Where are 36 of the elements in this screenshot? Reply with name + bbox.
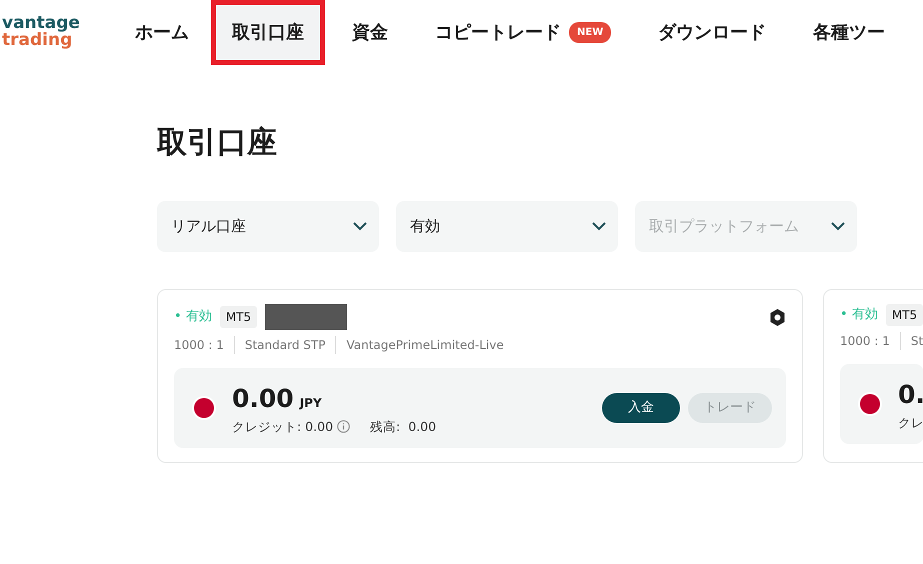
balance-label: 残高:: [370, 418, 400, 436]
nav-tab[interactable]: 資金: [337, 6, 403, 58]
dropdown-field[interactable]: リアル口座: [157, 201, 379, 252]
nav-tab[interactable]: 各種ツー: [798, 6, 900, 58]
nav-tab[interactable]: 取引口座: [211, 0, 325, 64]
flag-icon: [192, 396, 216, 420]
chevron-down-icon: [831, 222, 845, 231]
account-type-text: Standard STP: [234, 336, 326, 354]
status-label: • 有効: [840, 306, 878, 324]
nav-tab[interactable]: コピートレード NEW: [420, 6, 626, 58]
credit-text: クレジット: 0.00: [232, 418, 334, 436]
logo-text: trading: [2, 32, 72, 49]
logo-text: vantage: [2, 15, 81, 32]
flag-icon: [858, 392, 882, 416]
leverage-text: 1000 : 1: [840, 333, 890, 350]
account-type-text: St: [900, 332, 923, 350]
balance-value: 0.00: [408, 418, 436, 436]
page-title: 取引口座: [157, 124, 278, 162]
status-label: • 有効: [174, 308, 212, 326]
amount-value: 0.: [898, 379, 923, 411]
info-icon[interactable]: [337, 420, 350, 434]
platform-tag: MT5: [220, 306, 258, 328]
leverage-text: 1000 : 1: [174, 337, 224, 354]
credit-text: クレ: [898, 414, 923, 432]
platform-tag: MT5: [886, 304, 923, 326]
chevron-down-icon: [592, 222, 606, 231]
amount-value: 0.00: [232, 383, 294, 415]
nav-tab[interactable]: ダウンロード: [643, 6, 782, 58]
chevron-down-icon: [353, 222, 367, 231]
server-text: VantagePrimeLimited-Live: [335, 336, 504, 354]
nav-tab[interactable]: ホーム: [120, 6, 204, 58]
new-badge: NEW: [569, 22, 612, 42]
currency-label: JPY: [300, 395, 322, 412]
dropdown-field[interactable]: 有効: [396, 201, 618, 252]
settings-icon[interactable]: [769, 308, 786, 326]
deposit-button[interactable]: 入金: [602, 393, 680, 423]
